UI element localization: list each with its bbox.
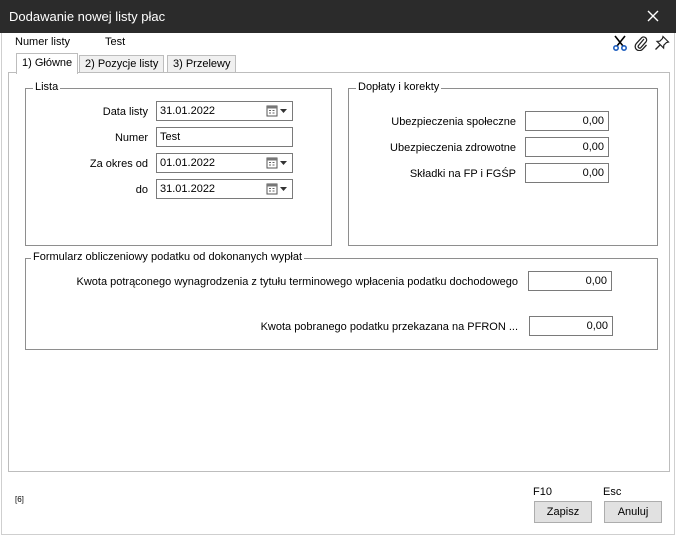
withheld-field[interactable]: 0,00 [528,271,612,291]
withheld-label: Kwota potrąconego wynagrodzenia z tytułu… [76,276,518,288]
date-label: Data listy [102,106,148,118]
period-to-label: do [135,184,148,196]
save-shortcut-label: F10 [533,486,552,498]
fp-field[interactable]: 0,00 [525,163,609,183]
fp-label: Składki na FP i FGŚP [409,168,516,180]
record-counter: [6] [15,495,24,504]
group-doplaty: Dopłaty i korekty Ubezpieczenia społeczn… [348,81,658,246]
title-bar: Dodawanie nowej listy płac [0,0,676,33]
dialog-body: Numer listy Test 1) Główne 2) Pozycje li… [1,33,675,535]
group-lista-legend: Lista [33,81,61,93]
health-label: Ubezpieczenia zdrowotne [390,142,516,154]
list-number-label: Numer listy [15,36,71,48]
group-formularz: Formularz obliczeniowy podatku od dokona… [25,251,658,350]
period-to-field[interactable]: 31.01.2022 [156,179,293,199]
list-number-value: Test [105,36,126,48]
group-lista: Lista Data listy 31.01.2022 Numer Test Z… [25,81,332,246]
number-field[interactable]: Test [156,127,293,147]
pfron-label: Kwota pobranego podatku przekazana na PF… [260,321,518,333]
date-value: 31.01.2022 [160,105,216,117]
cancel-shortcut-label: Esc [603,486,622,498]
period-from-label: Za okres od [89,158,148,170]
calendar-dropdown-icon[interactable] [266,181,290,197]
group-formularz-legend: Formularz obliczeniowy podatku od dokona… [31,251,305,263]
cancel-button[interactable]: Anuluj [604,501,662,523]
date-field[interactable]: 31.01.2022 [156,101,293,121]
close-icon[interactable] [636,2,670,30]
number-label: Numer [114,132,148,144]
paperclip-icon[interactable] [631,34,651,52]
tab-glowne[interactable]: 1) Główne [16,53,79,74]
social-label: Ubezpieczenia społeczne [391,116,516,128]
period-from-field[interactable]: 01.01.2022 [156,153,293,173]
scissors-icon[interactable] [610,34,630,52]
tab-panel-glowne: Lista Data listy 31.01.2022 Numer Test Z… [8,72,670,472]
calendar-dropdown-icon[interactable] [266,103,290,119]
calendar-dropdown-icon[interactable] [266,155,290,171]
group-doplaty-legend: Dopłaty i korekty [356,81,442,93]
tab-przelewy[interactable]: 3) Przelewy [167,55,237,73]
pin-icon[interactable] [652,34,672,52]
pfron-field[interactable]: 0,00 [529,316,613,336]
health-field[interactable]: 0,00 [525,137,609,157]
window-title: Dodawanie nowej listy płac [9,9,166,24]
social-field[interactable]: 0,00 [525,111,609,131]
save-button[interactable]: Zapisz [534,501,592,523]
tab-pozycje-listy[interactable]: 2) Pozycje listy [79,55,165,73]
period-to-value: 31.01.2022 [160,183,216,195]
period-from-value: 01.01.2022 [160,157,216,169]
